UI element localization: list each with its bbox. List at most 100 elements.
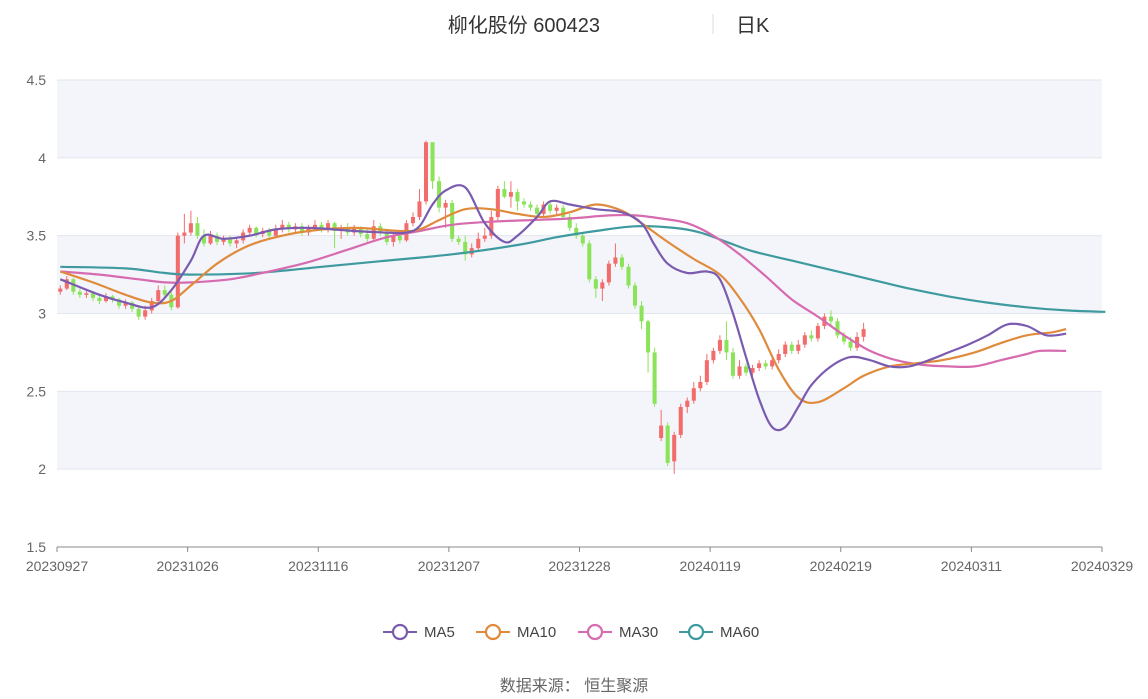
x-tick-label: 20231116 — [288, 558, 348, 574]
y-tick-label: 4.5 — [27, 72, 47, 88]
candle-body — [776, 353, 781, 361]
candle-body — [162, 290, 167, 295]
legend-item-ma60[interactable]: MA60 — [679, 623, 759, 641]
candle-body — [234, 240, 239, 244]
y-tick-label: 2 — [38, 461, 46, 477]
candle-body — [580, 235, 585, 244]
x-tick-label: 20240219 — [810, 558, 873, 574]
y-tick-label: 3 — [38, 306, 46, 322]
candle-body — [789, 344, 794, 351]
candle-body — [763, 363, 768, 367]
candle-body — [802, 335, 807, 345]
candle-body — [691, 388, 696, 401]
candle-body — [515, 192, 520, 202]
candle-body — [672, 434, 677, 462]
legend-label: MA60 — [720, 624, 759, 641]
x-tick-label: 20240119 — [680, 558, 741, 574]
candle-body — [835, 321, 840, 336]
candle-body — [521, 201, 527, 205]
candle-body — [182, 232, 187, 236]
candle-body — [678, 406, 683, 435]
plot-band — [57, 80, 1102, 158]
y-tick-label: 4 — [38, 150, 46, 166]
candle-body — [476, 238, 481, 249]
candle-body — [646, 321, 651, 353]
candle-body — [195, 223, 200, 236]
candle-body — [632, 285, 638, 306]
candle-body — [737, 366, 742, 376]
legend-item-ma10[interactable]: MA10 — [476, 623, 556, 641]
legend-item-ma30[interactable]: MA30 — [578, 623, 658, 641]
chart-title-period: 日K — [736, 15, 770, 37]
candle-body — [247, 227, 252, 233]
candle-body — [600, 282, 605, 289]
x-tick-label: 20240329 — [1071, 558, 1134, 574]
candle-body — [685, 400, 690, 407]
candle-body — [848, 341, 853, 348]
candle-body — [208, 235, 213, 244]
candle-body — [744, 366, 749, 373]
legend-label: MA5 — [424, 624, 455, 641]
candle-body — [548, 204, 553, 211]
candle-body — [809, 335, 814, 339]
candle-body — [587, 243, 592, 280]
candle-body — [659, 425, 664, 439]
candle-body — [417, 201, 422, 217]
candle-body — [508, 192, 513, 197]
candle-body — [717, 339, 722, 351]
legend-item-ma5[interactable]: MA5 — [383, 623, 455, 641]
x-tick-label: 20231228 — [548, 558, 611, 574]
candle-body — [136, 308, 141, 317]
candle-body — [783, 344, 788, 354]
candle-body — [619, 257, 624, 267]
candle-body — [143, 310, 148, 317]
candle-body — [456, 238, 461, 242]
candle-body — [495, 188, 500, 217]
candle-body — [397, 235, 402, 241]
legend-label: MA30 — [619, 624, 658, 641]
candle-body — [652, 352, 657, 404]
chart-title: 柳化股份 600423 日K — [448, 14, 770, 37]
candle-body — [757, 363, 762, 368]
candle-body — [796, 344, 801, 351]
candle-body — [626, 266, 631, 286]
candle-body — [58, 288, 63, 292]
candle-body — [698, 381, 703, 389]
candle-body — [410, 216, 415, 224]
y-tick-label: 2.5 — [27, 383, 47, 399]
candle-body — [84, 293, 89, 295]
candle-body — [365, 234, 370, 239]
x-tick-label: 20230927 — [26, 558, 89, 574]
candle-body — [730, 352, 736, 376]
candle-body — [554, 207, 559, 211]
candle-body — [861, 329, 866, 337]
candle-body — [188, 223, 193, 233]
candle-body — [639, 305, 644, 322]
kline-chart: 柳化股份 600423 日K 1.5 2 2.5 3 3.5 4 4.5 20230927 20… — [26, 14, 1134, 695]
candle-body — [704, 360, 709, 382]
legend-marker — [687, 623, 705, 641]
candle-body — [156, 290, 161, 302]
x-tick-label: 20231026 — [156, 558, 219, 574]
candle-body — [77, 291, 82, 295]
legend-marker — [484, 623, 502, 641]
candle-body — [828, 316, 833, 322]
candle-body — [528, 204, 533, 208]
legend-label: MA10 — [517, 624, 556, 641]
candle-body — [482, 235, 487, 239]
candle-body — [724, 339, 729, 353]
y-tick-label: 3.5 — [27, 228, 47, 244]
y-tick-label: 1.5 — [27, 539, 47, 555]
chart-title-name: 柳化股份 600423 — [448, 14, 600, 37]
legend-marker — [391, 623, 409, 641]
candle-body — [450, 202, 455, 239]
candle-body — [430, 142, 435, 182]
candle-body — [443, 202, 448, 208]
x-tick-label: 20231207 — [418, 558, 481, 574]
legend[interactable]: MA5 MA10 MA30 MA60 — [383, 623, 759, 641]
candle-body — [665, 425, 670, 463]
candle-body — [613, 257, 618, 264]
x-tick-label: 20240311 — [941, 558, 1002, 574]
candle-body — [815, 325, 820, 339]
candle-body — [561, 207, 566, 217]
